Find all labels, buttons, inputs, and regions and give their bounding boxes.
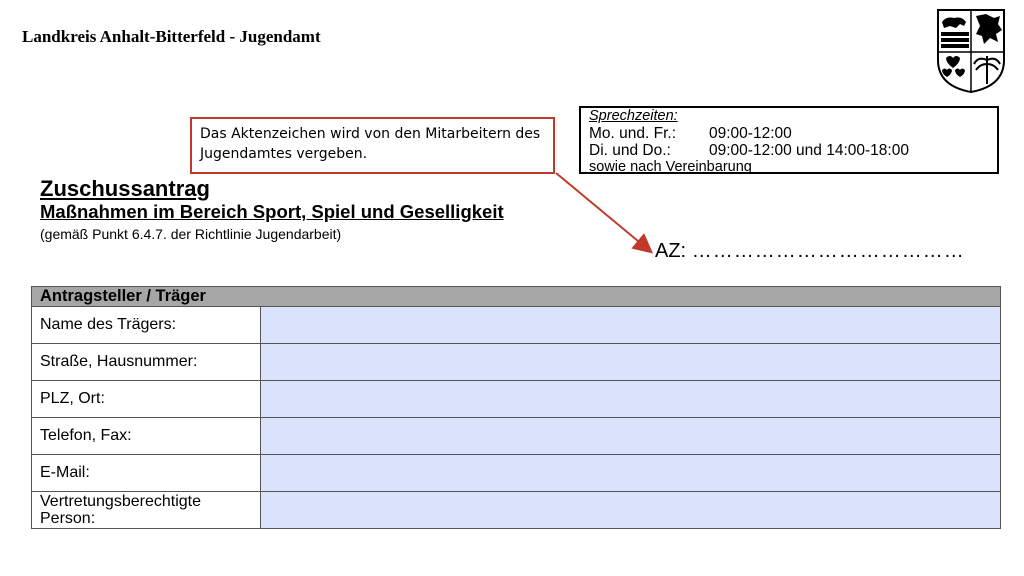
form-row: Straße, Hausnummer: [31, 343, 1001, 381]
vertretungsberechtigte-person-field[interactable] [261, 501, 1000, 518]
form-row: Vertretungsberechtigte Person: [31, 491, 1001, 529]
field-label: Name des Trägers: [31, 306, 261, 344]
telefon-fax-input[interactable] [260, 417, 1001, 455]
section-header: Antragsteller / Träger [31, 286, 1001, 307]
az-dots: ………………………………… [691, 240, 965, 262]
coat-of-arms-icon [937, 9, 1005, 94]
form-note: (gemäß Punkt 6.4.7. der Richtlinie Jugen… [40, 226, 342, 242]
email-input[interactable] [260, 454, 1001, 492]
telefon-fax-field[interactable] [261, 427, 1000, 444]
plz-ort-input[interactable] [260, 380, 1001, 418]
field-label: E-Mail: [31, 454, 261, 492]
field-label: Vertretungsberechtigte Person: [31, 491, 261, 529]
office-hours-days: Di. und Do.: [589, 142, 671, 159]
field-label: PLZ, Ort: [31, 380, 261, 418]
section-header-row: Antragsteller / Träger [31, 286, 1001, 307]
office-hours-note: sowie nach Vereinbarung [589, 159, 752, 175]
form-row: PLZ, Ort: [31, 380, 1001, 418]
name-des-traegers-input[interactable] [260, 306, 1001, 344]
annotation-callout: Das Aktenzeichen wird von den Mitarbeite… [190, 117, 555, 174]
strasse-hausnummer-field[interactable] [261, 353, 1000, 370]
applicant-form-table: Antragsteller / Träger Name des Trägers:… [31, 286, 1001, 529]
form-subtitle: Maßnahmen im Bereich Sport, Spiel und Ge… [40, 201, 504, 222]
form-row: Telefon, Fax: [31, 417, 1001, 455]
email-field[interactable] [261, 464, 1000, 481]
office-hours-row: Mo. und. Fr.: 09:00-12:00 [589, 125, 909, 142]
office-hours-box: Sprechzeiten: Mo. und. Fr.: 09:00-12:00 D… [579, 106, 999, 175]
field-label: Straße, Hausnummer: [31, 343, 261, 381]
office-hours-row: Di. und Do.: 09:00-12:00 und 14:00-18:00 [589, 142, 909, 159]
office-hours-days: Mo. und. Fr.: [589, 125, 677, 142]
plz-ort-field[interactable] [261, 390, 1000, 407]
field-label: Telefon, Fax: [31, 417, 261, 455]
office-hours-times: 09:00-12:00 [709, 125, 792, 142]
form-row: Name des Trägers: [31, 306, 1001, 344]
az-reference-field: AZ: ………………………………… [655, 240, 965, 263]
form-row: E-Mail: [31, 454, 1001, 492]
az-label: AZ: [655, 240, 687, 262]
office-hours-times: 09:00-12:00 und 14:00-18:00 [709, 142, 909, 159]
vertretungsberechtigte-person-input[interactable] [260, 491, 1001, 529]
name-des-traegers-field[interactable] [261, 316, 1000, 333]
strasse-hausnummer-input[interactable] [260, 343, 1001, 381]
form-title: Zuschussantrag [40, 176, 210, 201]
page-header-title: Landkreis Anhalt-Bitterfeld - Jugendamt [22, 27, 321, 46]
office-hours-title: Sprechzeiten: [589, 108, 678, 124]
